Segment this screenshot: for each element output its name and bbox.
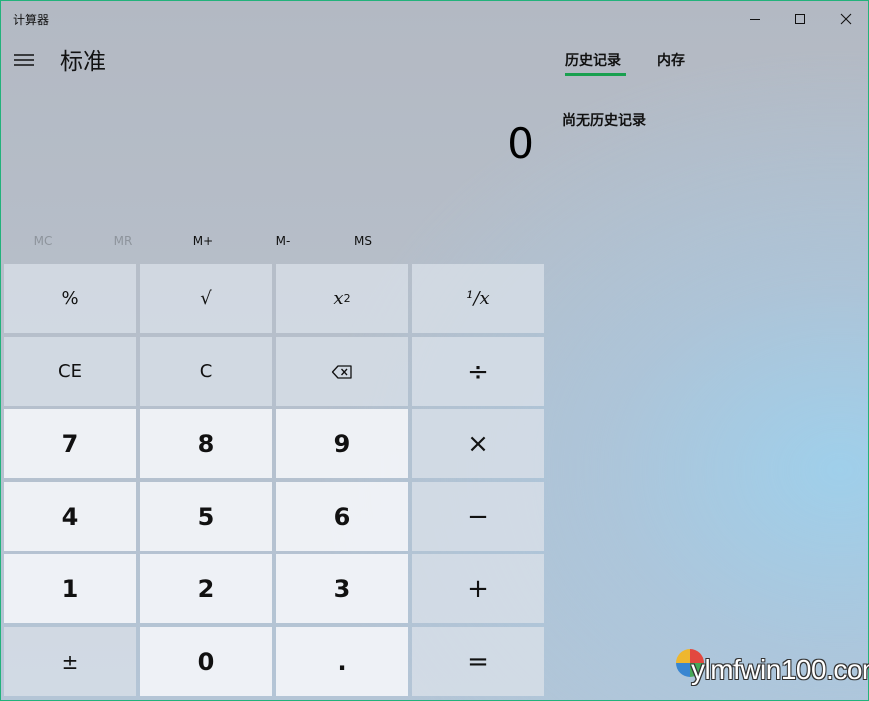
hamburger-icon <box>14 54 34 66</box>
square-exponent: 2 <box>343 292 351 305</box>
square-root-button[interactable]: √ <box>140 264 272 333</box>
close-button[interactable] <box>823 1 869 37</box>
keypad: % √ x2 ¹/x CE C ÷ 7 8 9 × 4 5 6 − 1 2 3 … <box>4 264 545 697</box>
add-button[interactable]: + <box>412 554 544 623</box>
square-button[interactable]: x2 <box>276 264 408 333</box>
square-base: x <box>333 288 344 309</box>
digit-8-button[interactable]: 8 <box>140 409 272 478</box>
divide-button[interactable]: ÷ <box>412 337 544 406</box>
equals-button[interactable]: = <box>412 627 544 696</box>
tab-history-indicator <box>565 73 626 76</box>
watermark-text: ylmfwin100.com <box>691 654 869 685</box>
app-title: 计算器 <box>13 13 50 27</box>
close-icon <box>840 13 852 25</box>
digit-2-button[interactable]: 2 <box>140 554 272 623</box>
title-bar[interactable]: 计算器 <box>1 1 869 37</box>
memory-store-button[interactable]: MS <box>332 229 394 253</box>
digit-4-button[interactable]: 4 <box>4 482 136 551</box>
maximize-button[interactable] <box>777 1 823 37</box>
clear-entry-button[interactable]: CE <box>4 337 136 406</box>
decimal-button[interactable]: . <box>276 627 408 696</box>
tab-history[interactable]: 历史记录 <box>565 50 621 70</box>
backspace-icon <box>331 364 352 379</box>
subtract-button[interactable]: − <box>412 482 544 551</box>
navigation-menu-button[interactable] <box>6 43 42 77</box>
digit-9-button[interactable]: 9 <box>276 409 408 478</box>
backspace-button[interactable] <box>276 337 408 406</box>
memory-clear-button[interactable]: MC <box>12 229 74 253</box>
calculator-window: 计算器 标准 0 MC MR M+ M- MS % √ x2 ¹/x CE C … <box>0 0 869 701</box>
result-display: 0 <box>507 119 534 168</box>
minimize-icon <box>750 19 760 20</box>
minimize-button[interactable] <box>732 1 778 37</box>
reciprocal-button[interactable]: ¹/x <box>412 264 544 333</box>
maximize-icon <box>795 14 805 24</box>
digit-5-button[interactable]: 5 <box>140 482 272 551</box>
clear-button[interactable]: C <box>140 337 272 406</box>
digit-3-button[interactable]: 3 <box>276 554 408 623</box>
percent-button[interactable]: % <box>4 264 136 333</box>
multiply-button[interactable]: × <box>412 409 544 478</box>
digit-0-button[interactable]: 0 <box>140 627 272 696</box>
negate-button[interactable]: ± <box>4 627 136 696</box>
memory-add-button[interactable]: M+ <box>172 229 234 253</box>
digit-7-button[interactable]: 7 <box>4 409 136 478</box>
memory-subtract-button[interactable]: M- <box>252 229 314 253</box>
mode-title: 标准 <box>60 49 106 75</box>
history-empty-message: 尚无历史记录 <box>562 113 646 129</box>
tab-memory[interactable]: 内存 <box>657 50 685 70</box>
digit-6-button[interactable]: 6 <box>276 482 408 551</box>
memory-recall-button[interactable]: MR <box>92 229 154 253</box>
digit-1-button[interactable]: 1 <box>4 554 136 623</box>
